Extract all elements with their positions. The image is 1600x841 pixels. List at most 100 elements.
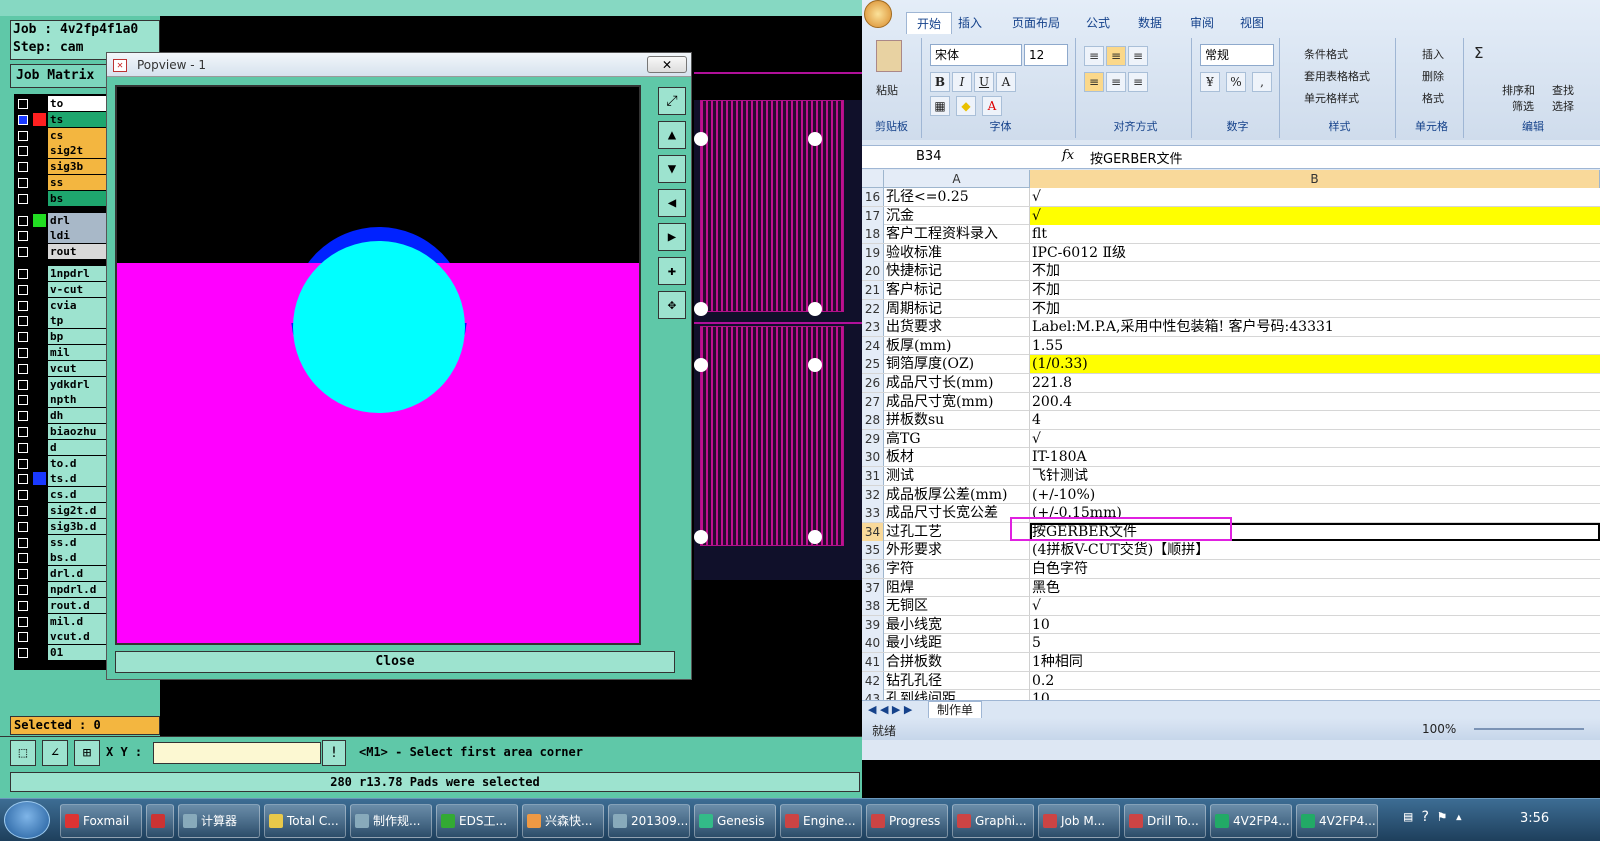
taskbar-item[interactable]: Graphi... bbox=[952, 804, 1034, 838]
layer-row[interactable]: drl bbox=[14, 212, 106, 228]
row-header[interactable]: 42 bbox=[862, 671, 884, 690]
layer-checkbox[interactable] bbox=[18, 585, 28, 595]
cell-a[interactable]: 板材 bbox=[884, 448, 1030, 467]
ribbon-tab[interactable]: 开始 bbox=[906, 12, 953, 34]
border-button[interactable]: ▦ bbox=[930, 96, 950, 116]
sheet-nav-icon[interactable]: ◀ ◀ ▶ ▶ bbox=[868, 703, 912, 716]
align-bottom-icon[interactable]: ≡ bbox=[1128, 46, 1148, 66]
zoom-home-icon[interactable]: ⤢ bbox=[658, 87, 686, 115]
layer-row[interactable]: sig3b.d bbox=[14, 518, 106, 534]
cell-a[interactable]: 成品尺寸长宽公差 bbox=[884, 504, 1030, 523]
layer-row[interactable]: ts.d bbox=[14, 471, 106, 487]
fit-icon[interactable]: ✚ bbox=[658, 257, 686, 285]
ribbon-tab[interactable]: 公式 bbox=[1086, 14, 1110, 31]
cell-a[interactable]: 成品板厚公差(mm) bbox=[884, 485, 1030, 504]
fx-icon[interactable]: fx bbox=[1062, 148, 1074, 163]
cell-b[interactable]: 1.55 bbox=[1030, 337, 1600, 355]
layer-row[interactable]: d bbox=[14, 439, 106, 455]
find-button[interactable]: 查找 bbox=[1552, 82, 1574, 98]
cell-b[interactable]: 1种相同 bbox=[1030, 653, 1600, 671]
row-header[interactable]: 30 bbox=[862, 448, 884, 467]
layer-row[interactable]: sig3b bbox=[14, 159, 106, 175]
cell-b[interactable]: 黑色 bbox=[1030, 579, 1600, 597]
layer-row[interactable]: tp bbox=[14, 313, 106, 329]
spreadsheet-grid[interactable]: A B 16 孔径<=0.25 √ 17 沉金 √ 18 客户工程资料录入 flt 19 验收标准 I… bbox=[862, 170, 1600, 700]
currency-icon[interactable]: ¥ bbox=[1200, 72, 1220, 92]
row-header[interactable]: 37 bbox=[862, 578, 884, 597]
cell-a[interactable]: 客户标记 bbox=[884, 281, 1030, 299]
row-header[interactable]: 19 bbox=[862, 243, 884, 262]
taskbar-item[interactable]: 计算器 bbox=[178, 804, 260, 838]
layer-row[interactable]: bs.d bbox=[14, 550, 106, 566]
cell-a[interactable]: 客户工程资料录入 bbox=[884, 225, 1030, 244]
taskbar-item[interactable]: Job M... bbox=[1038, 804, 1120, 838]
layer-row[interactable]: biaozhu bbox=[14, 424, 106, 439]
layer-row[interactable]: cvia bbox=[14, 297, 106, 313]
fill-color-icon[interactable]: ◆ bbox=[956, 96, 976, 116]
layer-checkbox[interactable] bbox=[18, 316, 28, 327]
layer-checkbox[interactable] bbox=[18, 332, 28, 343]
cell-b[interactable]: √ bbox=[1030, 597, 1600, 615]
layer-checkbox[interactable] bbox=[18, 537, 28, 548]
cell-a[interactable]: 孔到线间距 bbox=[884, 690, 1030, 700]
layer-checkbox[interactable] bbox=[18, 427, 28, 437]
center-icon[interactable]: ✥ bbox=[658, 291, 686, 319]
zoom-slider[interactable] bbox=[1474, 728, 1584, 730]
cell-a[interactable]: 成品尺寸宽(mm) bbox=[884, 392, 1030, 411]
cell-a[interactable]: 测试 bbox=[884, 467, 1030, 485]
taskbar-item[interactable]: 201309... bbox=[608, 804, 690, 838]
cell-b[interactable]: Label:M.P.A,采用中性包装箱! 客户号码:43331 bbox=[1030, 318, 1600, 336]
cell-b[interactable]: 飞针测试 bbox=[1030, 467, 1600, 485]
cell-b[interactable]: 不加 bbox=[1030, 262, 1600, 280]
row-header[interactable]: 17 bbox=[862, 206, 884, 225]
delete-button[interactable]: 删除 bbox=[1422, 68, 1444, 84]
bold-button[interactable]: B bbox=[930, 72, 950, 92]
layer-checkbox[interactable] bbox=[18, 269, 28, 279]
taskbar-item[interactable]: 兴森快... bbox=[522, 804, 604, 838]
layer-row[interactable]: bp bbox=[14, 329, 106, 345]
layer-row[interactable]: npth bbox=[14, 392, 106, 408]
layer-checkbox[interactable] bbox=[18, 442, 28, 453]
cell-a[interactable]: 沉金 bbox=[884, 206, 1030, 225]
filter-label[interactable]: 筛选 bbox=[1512, 98, 1534, 114]
cell-a[interactable]: 最小线距 bbox=[884, 634, 1030, 653]
alert-icon[interactable]: ! bbox=[322, 740, 346, 766]
italic-button[interactable]: I bbox=[952, 72, 972, 92]
cell-a[interactable]: 外形要求 bbox=[884, 541, 1030, 560]
taskbar-item[interactable]: Drill To... bbox=[1124, 804, 1206, 838]
layer-row[interactable]: ydkdrl bbox=[14, 376, 106, 392]
layer-row[interactable]: 01 bbox=[14, 645, 106, 661]
cell-a[interactable]: 拼板数su bbox=[884, 411, 1030, 430]
taskbar-item[interactable]: 4V2FP4... bbox=[1210, 804, 1292, 838]
sum-icon[interactable]: Σ bbox=[1474, 44, 1483, 62]
align-top-icon[interactable]: ≡ bbox=[1084, 46, 1104, 66]
layer-row[interactable]: to.d bbox=[14, 455, 106, 471]
cell-a[interactable]: 出货要求 bbox=[884, 318, 1030, 337]
row-header[interactable]: 38 bbox=[862, 597, 884, 616]
row-header[interactable]: 23 bbox=[862, 318, 884, 337]
layer-checkbox[interactable] bbox=[18, 215, 28, 226]
start-button[interactable] bbox=[4, 801, 50, 839]
cell-a[interactable]: 成品尺寸长(mm) bbox=[884, 374, 1030, 392]
layer-checkbox[interactable] bbox=[18, 162, 28, 173]
cell-a[interactable]: 合拼板数 bbox=[884, 653, 1030, 671]
format-button[interactable]: 格式 bbox=[1422, 90, 1444, 106]
number-format-select[interactable]: 常规 bbox=[1200, 44, 1274, 66]
layer-row[interactable]: v-cut bbox=[14, 281, 106, 297]
row-header[interactable]: 43 bbox=[862, 690, 884, 700]
row-header[interactable]: 33 bbox=[862, 504, 884, 523]
row-header[interactable]: 35 bbox=[862, 541, 884, 560]
align-left-icon[interactable]: ≡ bbox=[1084, 72, 1104, 92]
cell-a[interactable]: 板厚(mm) bbox=[884, 336, 1030, 355]
measure-icon[interactable]: ∠ bbox=[42, 740, 68, 766]
cell-b[interactable]: 10 bbox=[1030, 616, 1600, 634]
row-header[interactable]: 26 bbox=[862, 374, 884, 392]
taskbar-item[interactable]: Progress bbox=[866, 804, 948, 838]
zoom-out-icon[interactable]: ▼ bbox=[658, 155, 686, 183]
layer-checkbox[interactable] bbox=[18, 114, 28, 125]
layer-checkbox[interactable] bbox=[18, 348, 28, 358]
name-box[interactable]: B34 bbox=[866, 148, 1006, 168]
comma-icon[interactable]: , bbox=[1252, 72, 1272, 92]
layer-row[interactable]: cs bbox=[14, 127, 106, 143]
sheet-tab-active[interactable]: 制作单 bbox=[928, 701, 983, 719]
